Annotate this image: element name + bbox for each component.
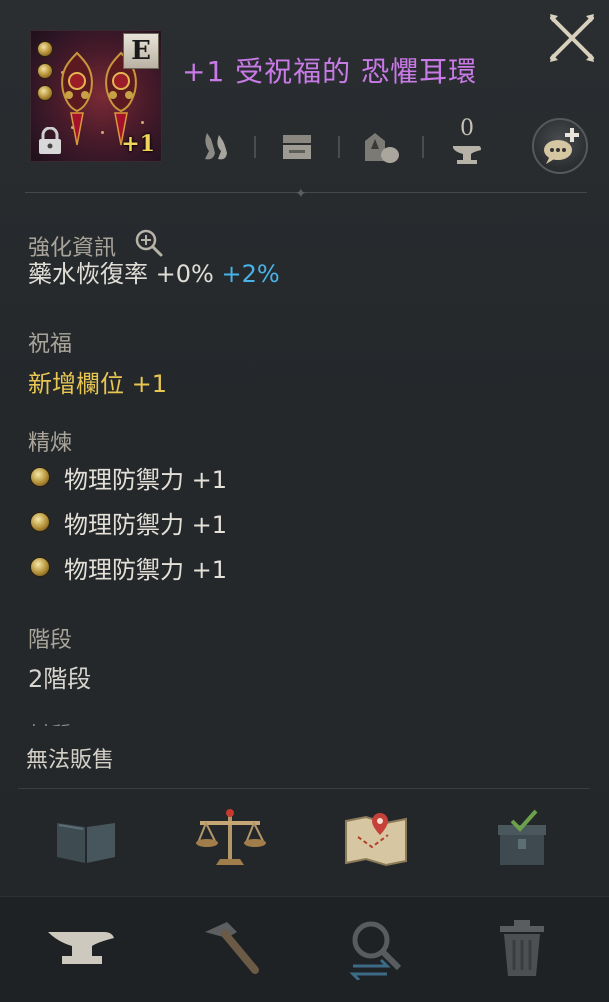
chest-check-icon	[498, 809, 546, 865]
clipped-section-text: 材質	[28, 718, 72, 726]
blessing-value: 新增欄位 +1	[28, 370, 168, 398]
search-swap-icon	[349, 921, 402, 980]
map-pin-icon	[345, 813, 407, 867]
scale-icon	[196, 809, 266, 865]
list-item: 物理防禦力 +1	[30, 462, 228, 494]
enhance-info-label: 強化資訊	[28, 236, 117, 261]
refine-label: 精煉	[28, 431, 73, 456]
tier-label: 階段	[28, 628, 73, 653]
magnifier-plus-icon[interactable]	[134, 228, 164, 258]
bottom-action-bar	[0, 896, 609, 1002]
enhance-info-text: 藥水恢復率 +0%	[28, 262, 214, 288]
separator	[254, 136, 256, 158]
trash-icon	[500, 920, 544, 976]
refine-gem-icon	[30, 467, 50, 487]
lock-icon	[39, 127, 61, 154]
item-attribute-icons: 0	[190, 116, 590, 176]
enhance-info-line: 藥水恢復率 +0% +2%	[28, 262, 428, 290]
storage-chest-icon[interactable]	[274, 124, 320, 170]
item-tooltip-panel: E +1 +1 受祝福的 恐懼耳環 0 ✦ 強化資訊 藥水恢復率 +0% +2%…	[0, 0, 609, 1002]
anvil-count-icon[interactable]: 0	[444, 116, 490, 170]
enhancement-level: +1	[121, 131, 155, 157]
map-location-button[interactable]	[336, 804, 416, 874]
anvil-count: 0	[460, 116, 474, 141]
chat-link-button[interactable]	[532, 118, 588, 174]
refine-stat: 物理防禦力 +1	[64, 465, 228, 494]
section-divider	[18, 788, 590, 789]
not-sellable-text: 無法販售	[26, 748, 115, 773]
socket-slot-icon	[37, 41, 53, 57]
warehouse-bag-icon[interactable]	[358, 124, 404, 170]
anvil-enhance-button[interactable]	[42, 913, 122, 983]
clipped-section-label: 材質	[28, 714, 148, 726]
storage-check-button[interactable]	[482, 804, 562, 874]
list-item: 物理防禦力 +1	[30, 552, 228, 584]
item-title: +1 受祝福的 恐懼耳環	[182, 55, 478, 88]
market-scale-button[interactable]	[190, 804, 270, 874]
enhance-info-bonus: +2%	[221, 262, 280, 288]
anvil-icon	[48, 932, 114, 964]
trash-button[interactable]	[482, 913, 562, 983]
blessing-label: 祝福	[28, 332, 73, 357]
item-icon[interactable]: E +1	[30, 30, 162, 162]
divider-ornament-icon: ✦	[295, 186, 307, 202]
refine-gem-icon	[30, 557, 50, 577]
guide-book-button[interactable]	[46, 804, 126, 874]
separator	[338, 136, 340, 158]
socket-slot-icon	[37, 85, 53, 101]
close-icon[interactable]	[546, 12, 598, 64]
refine-gem-icon	[30, 512, 50, 532]
earring-type-icon[interactable]	[190, 124, 236, 170]
hammer-icon	[205, 922, 259, 974]
refine-stat: 物理防禦力 +1	[64, 510, 228, 539]
book-icon	[57, 823, 115, 863]
tier-value: 2階段	[28, 665, 92, 693]
separator	[422, 136, 424, 158]
refine-stat: 物理防禦力 +1	[64, 555, 228, 584]
hammer-button[interactable]	[190, 913, 270, 983]
grade-badge: E	[123, 33, 159, 69]
socket-slot-icon	[37, 63, 53, 79]
list-item: 物理防禦力 +1	[30, 507, 228, 539]
chat-plus-icon	[544, 128, 579, 164]
search-transfer-button[interactable]	[338, 913, 418, 983]
